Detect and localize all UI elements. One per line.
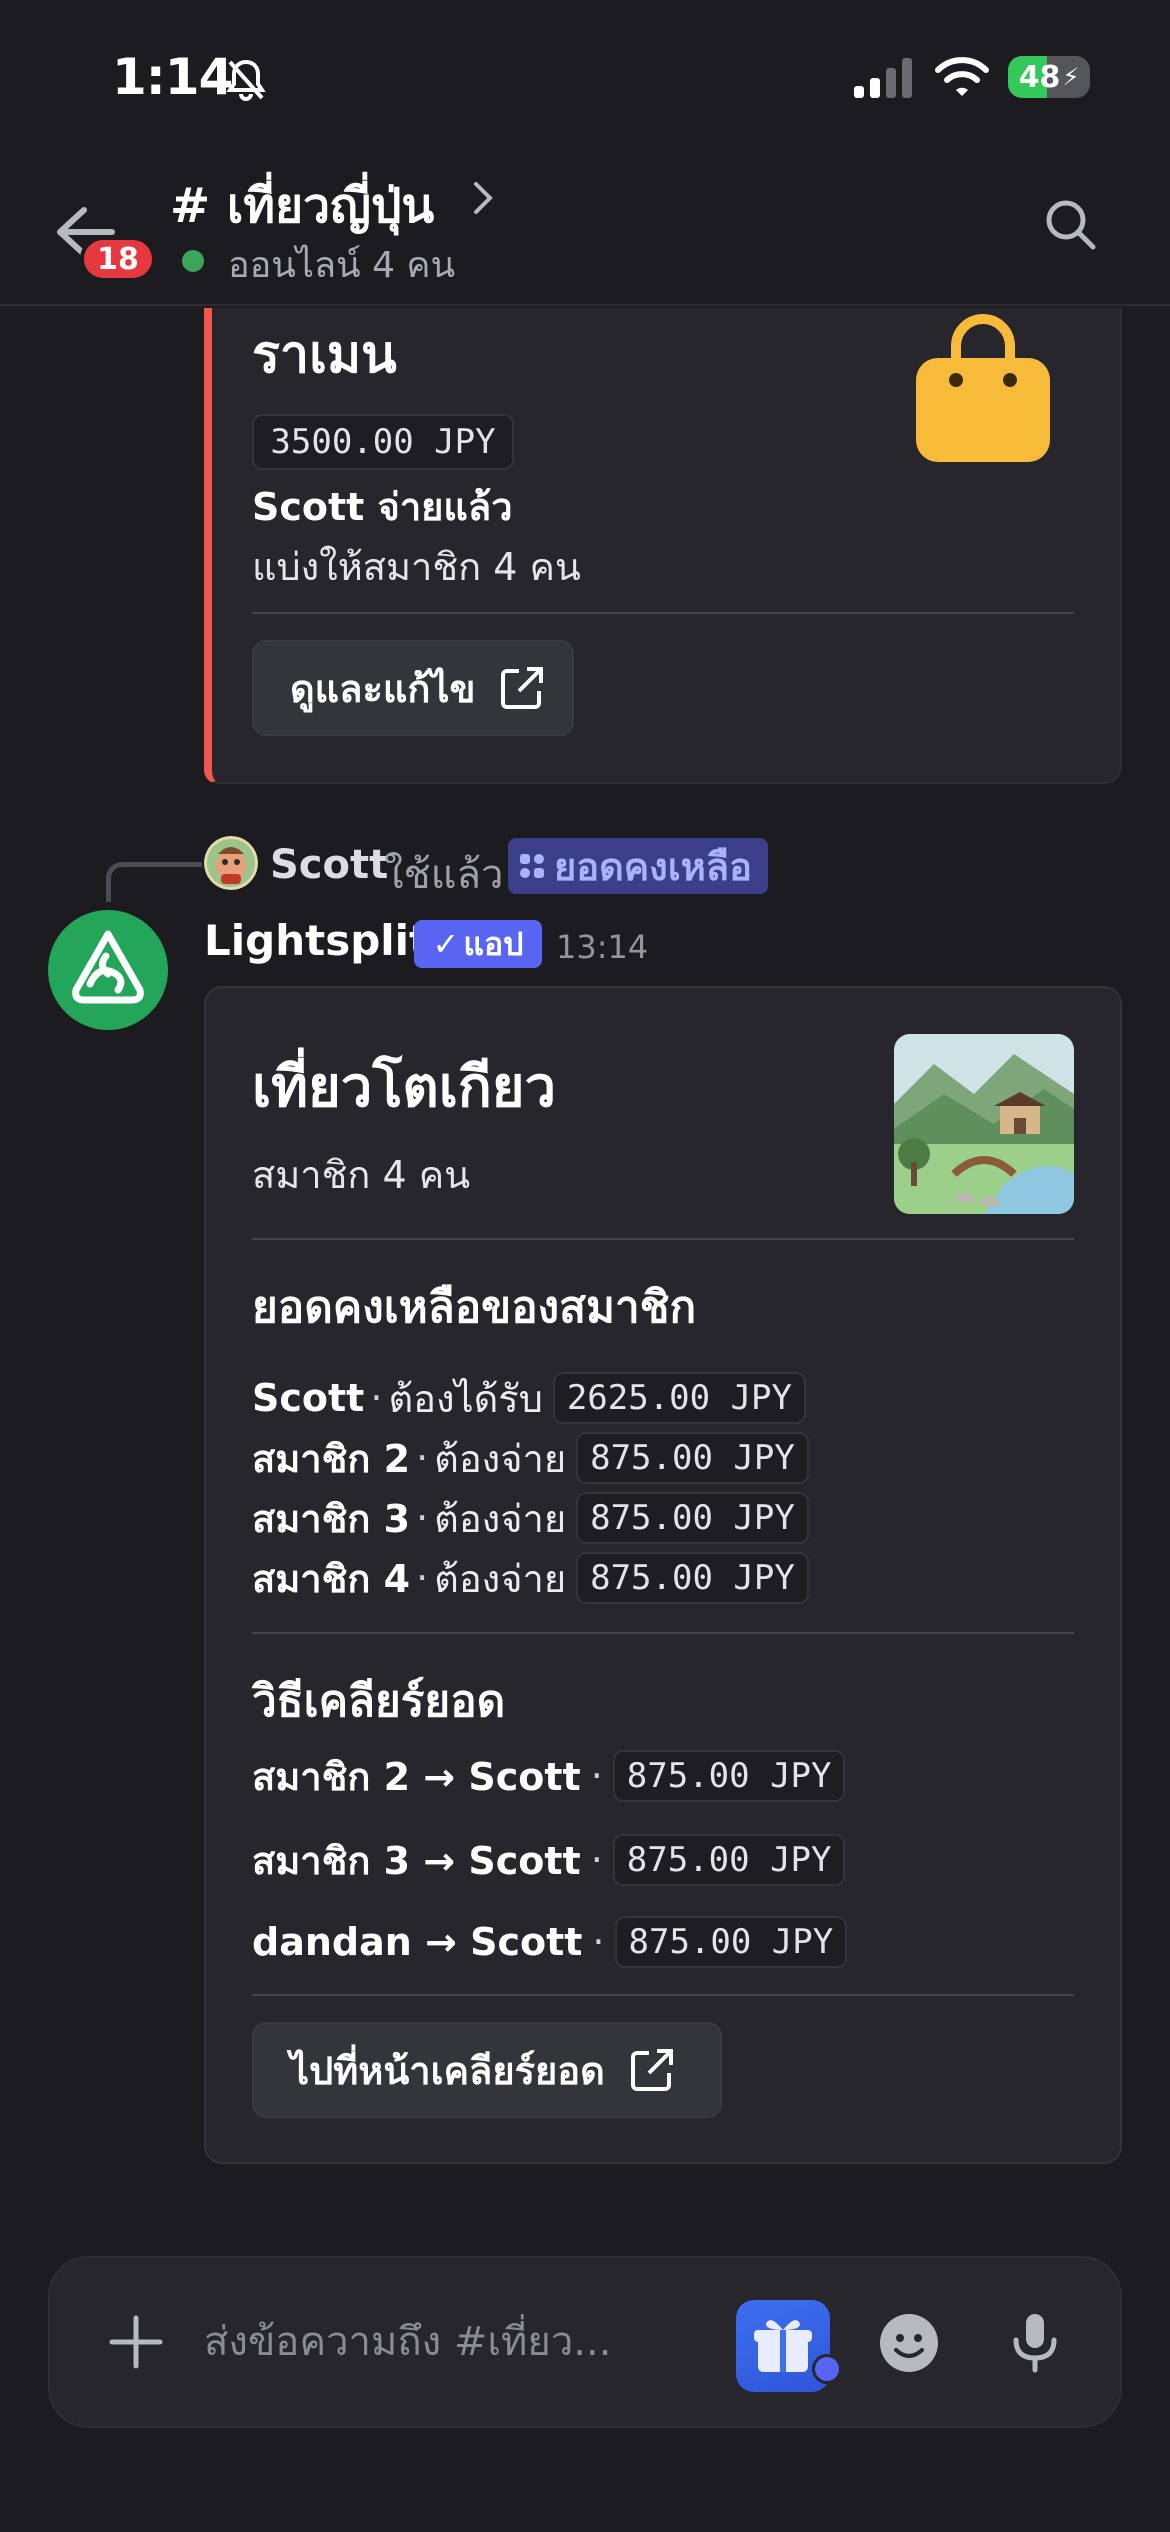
- channel-title[interactable]: # เที่ยวญี่ปุ่น: [170, 168, 434, 244]
- microphone-icon[interactable]: [1004, 2310, 1066, 2376]
- separator: ·: [416, 1436, 429, 1480]
- online-count: ออนไลน์ 4 คน: [228, 245, 456, 286]
- status-time: 1:14: [112, 48, 233, 106]
- settlement-amount: 875.00 JPY: [612, 1834, 846, 1886]
- settlement-amount: 875.00 JPY: [614, 1916, 848, 1968]
- message-timestamp: 13:14: [556, 928, 649, 966]
- chevron-right-icon[interactable]: [470, 178, 496, 218]
- balance-action: ต้องได้รับ: [388, 1376, 543, 1421]
- balance-name: Scott: [252, 1376, 365, 1420]
- bot-name[interactable]: Lightsplit: [204, 916, 429, 965]
- external-link-icon: [630, 2049, 673, 2091]
- online-dot: [182, 250, 204, 272]
- settlement-row: สมาชิก 2 → Scott · 875.00 JPY: [252, 1748, 846, 1804]
- external-link-icon: [501, 667, 544, 709]
- go-settle-label: ไปที่หน้าเคลียร์ยอด: [290, 2048, 605, 2093]
- balance-name: สมาชิก 3: [252, 1496, 411, 1541]
- balances-heading: ยอดคงเหลือของสมาชิก: [252, 1282, 697, 1333]
- balance-action: ต้องจ่าย: [434, 1496, 567, 1541]
- divider: [252, 612, 1074, 614]
- expense-title: ราเมน: [252, 325, 397, 385]
- separator: ·: [416, 1496, 429, 1540]
- battery-indicator: 48 ⚡: [1008, 56, 1090, 98]
- settlement-path: สมาชิก 3 → Scott: [252, 1838, 581, 1883]
- search-icon[interactable]: [1042, 196, 1098, 252]
- reply-verb: ใช้แล้ว: [384, 852, 504, 898]
- plus-icon[interactable]: [104, 2310, 168, 2374]
- expense-amount: 3500.00 JPY: [252, 414, 514, 470]
- balance-row: สมาชิก 4 · ต้องจ่าย 875.00 JPY: [252, 1550, 809, 1606]
- balance-name: สมาชิก 4: [252, 1556, 411, 1601]
- separator: ·: [416, 1556, 429, 1600]
- reply-connector: [106, 862, 202, 902]
- group-title: เที่ยวโตเกียว: [252, 1055, 557, 1120]
- wifi-icon: [935, 57, 989, 96]
- separator: ·: [370, 1376, 383, 1420]
- shopping-bag-icon: [916, 314, 1050, 462]
- balance-amount: 875.00 JPY: [576, 1552, 809, 1604]
- balance-amount: 875.00 JPY: [576, 1492, 809, 1544]
- bell-off-icon: [226, 59, 266, 101]
- bot-avatar[interactable]: [48, 910, 168, 1030]
- balance-name: สมาชิก 2: [252, 1436, 411, 1481]
- balance-action: ต้องจ่าย: [434, 1436, 567, 1481]
- settle-heading: วิธีเคลียร์ยอด: [252, 1676, 506, 1727]
- unread-badge: 18: [80, 236, 156, 282]
- command-label: ยอดคงเหลือ: [554, 844, 752, 889]
- separator: ·: [590, 1754, 603, 1798]
- emoji-icon[interactable]: [878, 2312, 940, 2374]
- settlement-path: สมาชิก 2 → Scott: [252, 1754, 581, 1799]
- balance-row: Scott · ต้องได้รับ 2625.00 JPY: [252, 1370, 806, 1426]
- reply-username[interactable]: Scott: [270, 842, 388, 888]
- app-tag-label: แอป: [463, 924, 524, 963]
- settlement-path: dandan → Scott: [252, 1920, 583, 1964]
- view-edit-label: ดูและแก้ไข: [290, 666, 476, 711]
- expense-split: แบ่งให้สมาชิก 4 คน: [252, 545, 581, 589]
- settlement-row: สมาชิก 3 → Scott · 875.00 JPY: [252, 1832, 846, 1888]
- balance-amount: 2625.00 JPY: [552, 1372, 806, 1424]
- settlement-row: dandan → Scott · 875.00 JPY: [252, 1914, 848, 1970]
- charging-bolt-icon: ⚡: [1062, 63, 1080, 91]
- nitro-sparkle-icon: [812, 2354, 842, 2384]
- command-chip[interactable]: ยอดคงเหลือ: [508, 838, 768, 894]
- settlement-amount: 875.00 JPY: [612, 1750, 846, 1802]
- app-tag: ✓ แอป: [414, 920, 542, 968]
- message-input[interactable]: [204, 2310, 674, 2374]
- app-command-icon: [520, 854, 544, 878]
- battery-level: 48: [1018, 59, 1061, 95]
- lightsplit-logo-icon: [72, 930, 144, 1004]
- separator: ·: [592, 1920, 605, 1964]
- group-members: สมาชิก 4 คน: [252, 1153, 471, 1197]
- go-settle-button[interactable]: ไปที่หน้าเคลียร์ยอด: [252, 2022, 722, 2118]
- view-edit-button[interactable]: ดูและแก้ไข: [252, 640, 574, 736]
- avatar[interactable]: [204, 836, 258, 890]
- balance-row: สมาชิก 2 · ต้องจ่าย 875.00 JPY: [252, 1430, 809, 1486]
- balance-amount: 875.00 JPY: [576, 1432, 809, 1484]
- divider: [252, 1994, 1074, 1996]
- balance-row: สมาชิก 3 · ต้องจ่าย 875.00 JPY: [252, 1490, 809, 1546]
- expense-paid-by: Scott จ่ายแล้ว: [252, 485, 513, 529]
- balance-action: ต้องจ่าย: [434, 1556, 567, 1601]
- group-thumbnail: [894, 1034, 1074, 1214]
- signal-icon: [854, 58, 912, 98]
- divider: [252, 1238, 1074, 1240]
- separator: ·: [590, 1838, 603, 1882]
- divider: [252, 1632, 1074, 1634]
- checkmark-icon: ✓: [432, 925, 460, 963]
